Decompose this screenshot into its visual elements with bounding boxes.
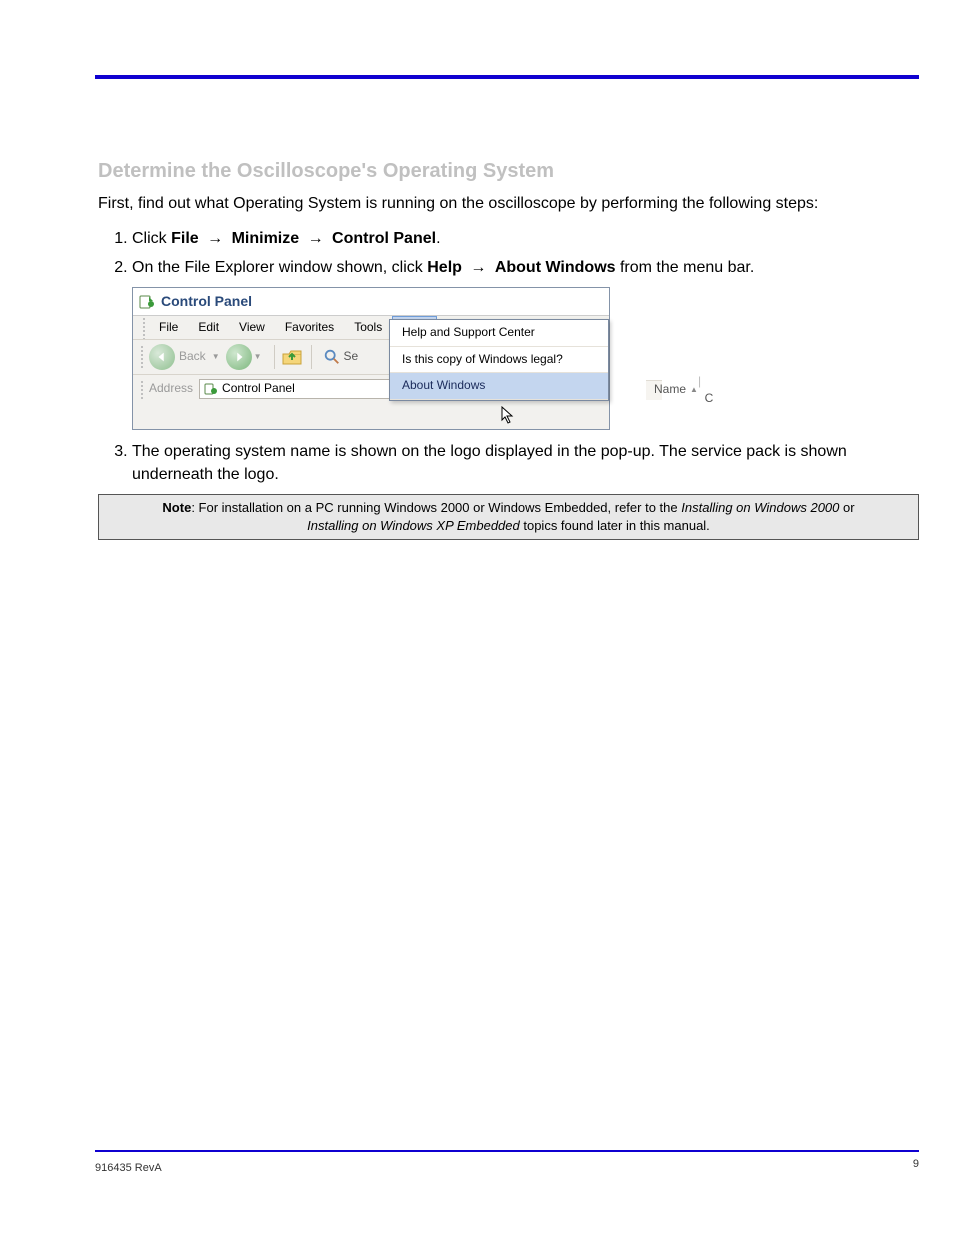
steps-list: Click File → Minimize → Control Panel. O…: [98, 227, 919, 486]
step-2: On the File Explorer window shown, click…: [132, 256, 919, 430]
separator: [311, 345, 312, 369]
c-column[interactable]: C: [705, 391, 714, 405]
control-panel-icon: [139, 294, 155, 310]
menu-favorites[interactable]: Favorites: [275, 316, 344, 339]
step1-text-a: Click: [132, 230, 171, 247]
step2-text-a: On the File Explorer window shown, click: [132, 259, 427, 276]
folder-up-button[interactable]: [281, 346, 305, 368]
help-menu-item-support[interactable]: Help and Support Center: [390, 320, 608, 346]
arrow-icon: →: [207, 227, 223, 250]
menu-edit[interactable]: Edit: [188, 316, 229, 339]
step-1: Click File → Minimize → Control Panel.: [132, 227, 919, 250]
arrow-icon: →: [470, 256, 486, 279]
address-value: Control Panel: [222, 380, 295, 397]
control-panel-window: Control Panel File Edit View Favorites T…: [132, 287, 610, 430]
back-label: Back: [179, 348, 206, 365]
grip-icon[interactable]: [139, 344, 145, 370]
note-label: Note: [162, 500, 191, 515]
section-heading: Determine the Oscilloscope's Operating S…: [98, 160, 919, 183]
step2-about: About Windows: [495, 259, 616, 276]
help-dropdown-menu: Help and Support Center Is this copy of …: [389, 319, 609, 400]
note-box: Note: For installation on a PC running W…: [98, 494, 919, 539]
step1-minimize: Minimize: [232, 230, 300, 247]
step2-help: Help: [427, 259, 462, 276]
page-footer: 916435 RevA 9: [95, 1150, 919, 1175]
address-label: Address: [149, 380, 193, 397]
help-menu-item-about[interactable]: About Windows: [390, 373, 608, 399]
menu-file[interactable]: File: [149, 316, 188, 339]
intro-paragraph: First, find out what Operating System is…: [98, 195, 919, 213]
page-number: 9: [913, 1158, 919, 1170]
grip-icon[interactable]: [141, 316, 147, 339]
step2-text-d: from the menu bar.: [620, 259, 754, 276]
help-menu-item-legal[interactable]: Is this copy of Windows legal?: [390, 347, 608, 373]
forward-button[interactable]: [226, 344, 252, 370]
note-i2: Installing on Windows XP Embedded: [307, 518, 520, 533]
dropdown-icon[interactable]: ▼: [254, 351, 262, 363]
note-i1: Installing on Windows 2000: [681, 500, 839, 515]
note-t1: : For installation on a PC running Windo…: [191, 500, 681, 515]
dropdown-icon[interactable]: ▼: [212, 351, 220, 363]
search-label-fragment: Se: [344, 348, 359, 365]
step1-controlpanel: Control Panel: [332, 230, 436, 247]
note-t3: topics found later in this manual.: [520, 518, 710, 533]
step-3: The operating system name is shown on th…: [132, 440, 919, 486]
menu-view[interactable]: View: [229, 316, 275, 339]
step1-file: File: [171, 230, 199, 247]
control-panel-icon: [204, 382, 218, 396]
search-icon[interactable]: [322, 347, 342, 367]
window-title: Control Panel: [161, 291, 252, 311]
name-column[interactable]: Name ▲: [654, 381, 698, 398]
note-t2: or: [839, 500, 854, 515]
page-content: Determine the Oscilloscope's Operating S…: [98, 160, 919, 540]
sort-ascending-icon: ▲: [690, 384, 698, 396]
cursor-icon: [501, 406, 517, 426]
window-titlebar: Control Panel: [133, 288, 609, 315]
column-header-row: Name ▲ | C: [646, 380, 662, 400]
menu-tools[interactable]: Tools: [344, 316, 392, 339]
footer-rev: 916435 RevA: [95, 1162, 162, 1174]
back-button[interactable]: [149, 344, 175, 370]
arrow-icon: →: [308, 227, 324, 250]
separator: [274, 345, 275, 369]
grip-icon[interactable]: [139, 379, 145, 399]
header-rule: [95, 75, 919, 79]
footer-rule: [95, 1150, 919, 1152]
